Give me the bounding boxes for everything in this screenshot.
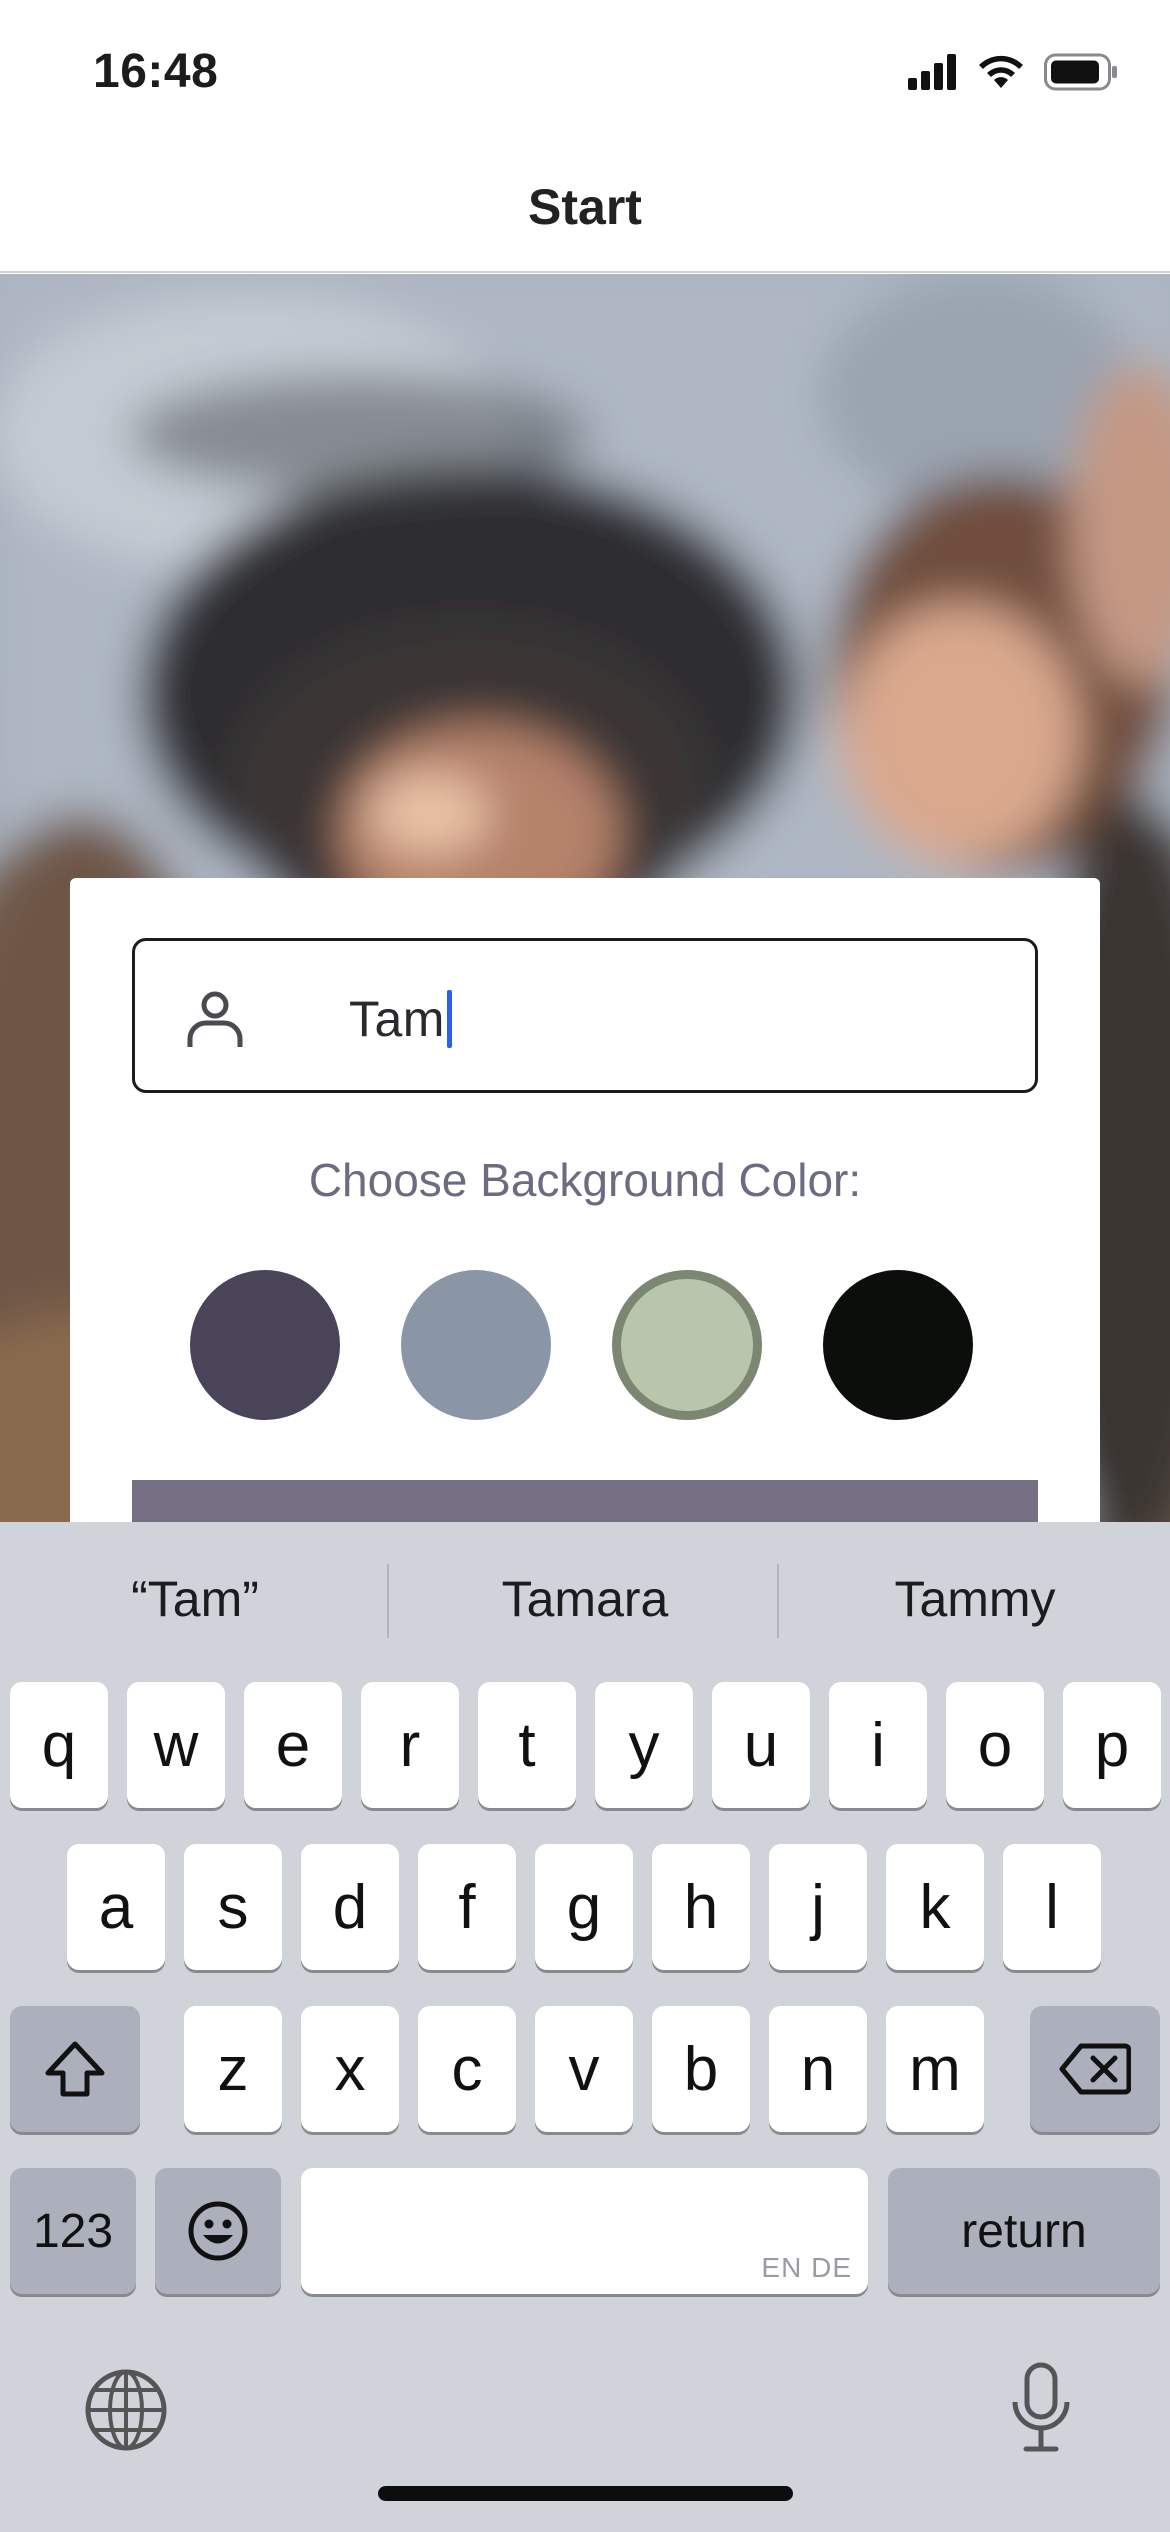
key-w[interactable]: w <box>127 1682 225 1808</box>
key-x[interactable]: x <box>301 2006 399 2132</box>
keyboard: “Tam” Tamara Tammy q w e r t y u i o p a… <box>0 1522 1170 2532</box>
name-input-value: Tam <box>349 989 452 1049</box>
name-input[interactable]: Tam <box>132 938 1038 1093</box>
user-icon <box>187 991 243 1047</box>
form-card: Tam Choose Background Color: <box>70 878 1100 1578</box>
return-key[interactable]: return <box>888 2168 1160 2294</box>
battery-icon <box>1044 53 1117 91</box>
emoji-icon <box>188 2201 248 2261</box>
key-e[interactable]: e <box>244 1682 342 1808</box>
key-s[interactable]: s <box>184 1844 282 1970</box>
key-v[interactable]: v <box>535 2006 633 2132</box>
emoji-key[interactable] <box>155 2168 281 2294</box>
shift-icon <box>45 2041 105 2097</box>
home-indicator[interactable] <box>378 2486 793 2501</box>
cellular-signal-icon <box>908 54 956 90</box>
key-h[interactable]: h <box>652 1844 750 1970</box>
navigation-bar: Start <box>0 140 1170 273</box>
key-p[interactable]: p <box>1063 1682 1161 1808</box>
key-q[interactable]: q <box>10 1682 108 1808</box>
color-swatches <box>190 1270 980 1420</box>
name-input-text: Tam <box>349 991 445 1047</box>
suggestion-1[interactable]: “Tam” <box>0 1570 390 1628</box>
key-n[interactable]: n <box>769 2006 867 2132</box>
page-title: Start <box>528 179 642 235</box>
key-k[interactable]: k <box>886 1844 984 1970</box>
choose-color-label: Choose Background Color: <box>308 1154 862 1206</box>
suggestion-3[interactable]: Tammy <box>780 1570 1170 1628</box>
backspace-icon <box>1059 2043 1131 2095</box>
status-bar: 16:48 <box>0 0 1170 140</box>
suggestion-2[interactable]: Tamara <box>390 1570 780 1628</box>
key-y[interactable]: y <box>595 1682 693 1808</box>
key-j[interactable]: j <box>769 1844 867 1970</box>
space-key[interactable]: EN DE <box>301 2168 868 2294</box>
text-caret <box>446 990 452 1048</box>
key-l[interactable]: l <box>1003 1844 1101 1970</box>
suggestion-divider <box>387 1564 389 1638</box>
key-a[interactable]: a <box>67 1844 165 1970</box>
status-time: 16:48 <box>93 45 219 98</box>
key-b[interactable]: b <box>652 2006 750 2132</box>
key-d[interactable]: d <box>301 1844 399 1970</box>
key-c[interactable]: c <box>418 2006 516 2132</box>
color-swatch-3[interactable] <box>612 1270 762 1420</box>
key-o[interactable]: o <box>946 1682 1044 1808</box>
color-swatch-4[interactable] <box>823 1270 973 1420</box>
suggestion-bar: “Tam” Tamara Tammy <box>0 1522 1170 1682</box>
backspace-key[interactable] <box>1030 2006 1160 2132</box>
color-swatch-2[interactable] <box>401 1270 551 1420</box>
space-language-hint: EN DE <box>761 2252 852 2283</box>
key-f[interactable]: f <box>418 1844 516 1970</box>
key-r[interactable]: r <box>361 1682 459 1808</box>
suggestion-divider <box>777 1564 779 1638</box>
key-u[interactable]: u <box>712 1682 810 1808</box>
key-z[interactable]: z <box>184 2006 282 2132</box>
numbers-key[interactable]: 123 <box>10 2168 136 2294</box>
key-m[interactable]: m <box>886 2006 984 2132</box>
shift-key[interactable] <box>10 2006 140 2132</box>
globe-icon[interactable] <box>84 2368 168 2452</box>
key-i[interactable]: i <box>829 1682 927 1808</box>
status-icons <box>908 52 1118 92</box>
microphone-icon[interactable] <box>1010 2362 1072 2454</box>
wifi-icon <box>979 55 1023 88</box>
color-swatch-1[interactable] <box>190 1270 340 1420</box>
key-g[interactable]: g <box>535 1844 633 1970</box>
key-t[interactable]: t <box>478 1682 576 1808</box>
